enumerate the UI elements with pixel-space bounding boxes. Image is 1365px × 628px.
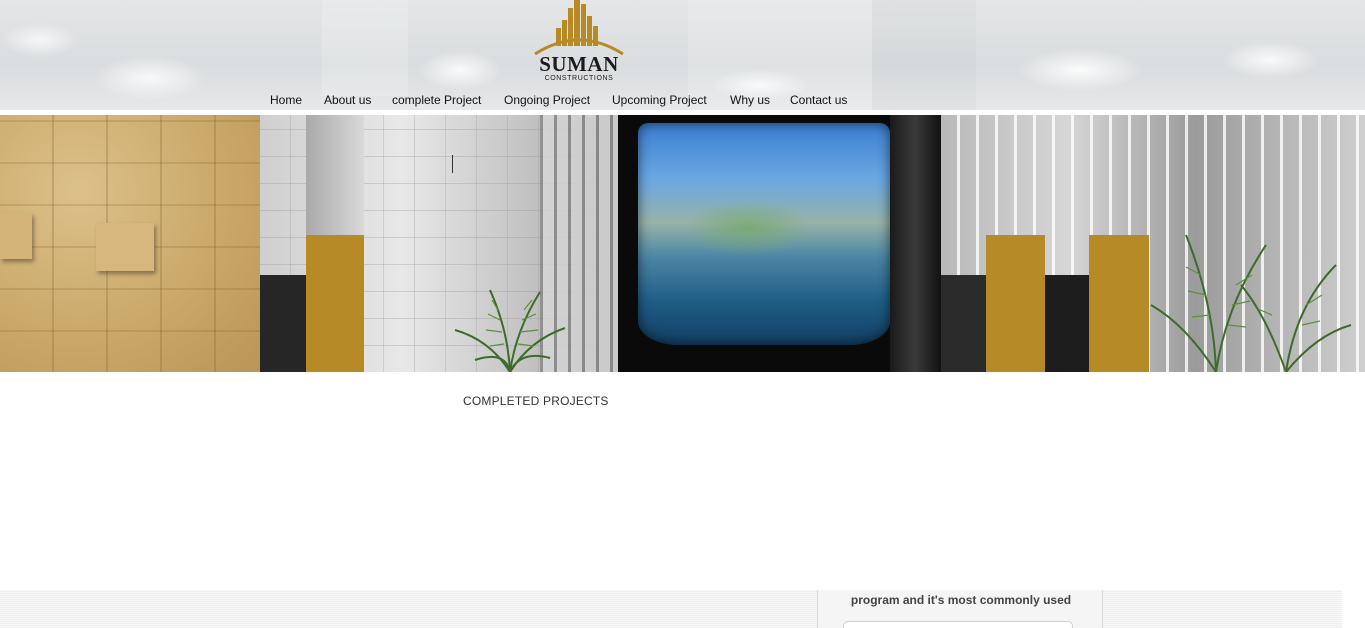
nav-item-why-us[interactable]: Why us [730, 93, 770, 107]
nav-item-ongoing-project[interactable]: Ongoing Project [504, 93, 590, 107]
banner-dark-block [941, 275, 986, 372]
section-title: COMPLETED PROJECTS [463, 394, 609, 408]
main-nav: Home About us complete Project Ongoing P… [0, 93, 1365, 109]
banner-dark-block [260, 275, 306, 372]
banner-gold-column [986, 235, 1045, 372]
site-logo[interactable]: SUMAN CONSTRUCTIONS [532, 0, 626, 88]
footer-panel-text: program and it's most commonly used [850, 593, 1072, 607]
banner-gold-column [306, 235, 364, 372]
banner-frame [890, 115, 941, 372]
hero-banner [0, 115, 1365, 372]
banner-panel-glass-lobby [941, 115, 1365, 372]
banner-gold-column [1089, 235, 1149, 372]
footer-strip [0, 590, 1342, 628]
logo-tagline: CONSTRUCTIONS [544, 75, 614, 82]
nav-item-complete-project[interactable]: complete Project [392, 93, 481, 107]
header-cloud-pane [322, 0, 408, 96]
footer-panel: program and it's most commonly used [817, 590, 1103, 628]
site-header: SUMAN CONSTRUCTIONS Home About us comple… [0, 0, 1365, 110]
banner-dark-block [1045, 275, 1089, 372]
palm-plant-icon [1150, 234, 1352, 372]
banner-pillar [306, 115, 364, 235]
banner-panel-sandstone-wall [0, 115, 260, 372]
logo-brand-name: SUMAN [539, 52, 619, 76]
banner-water-wall [638, 123, 890, 345]
banner-wall-tile [0, 213, 32, 259]
banner-panel-water-screen [618, 115, 941, 372]
nav-item-contact-us[interactable]: Contact us [790, 93, 847, 107]
palm-plant-icon [454, 289, 566, 372]
footer-margin [1342, 590, 1365, 628]
nav-item-home[interactable]: Home [270, 93, 302, 107]
nav-item-upcoming-project[interactable]: Upcoming Project [612, 93, 707, 107]
nav-item-about-us[interactable]: About us [324, 93, 371, 107]
banner-wall-tile [96, 223, 154, 271]
banner-panel-stone-interior [260, 115, 618, 372]
text-cursor [452, 155, 453, 173]
footer-panel-box [843, 621, 1073, 628]
